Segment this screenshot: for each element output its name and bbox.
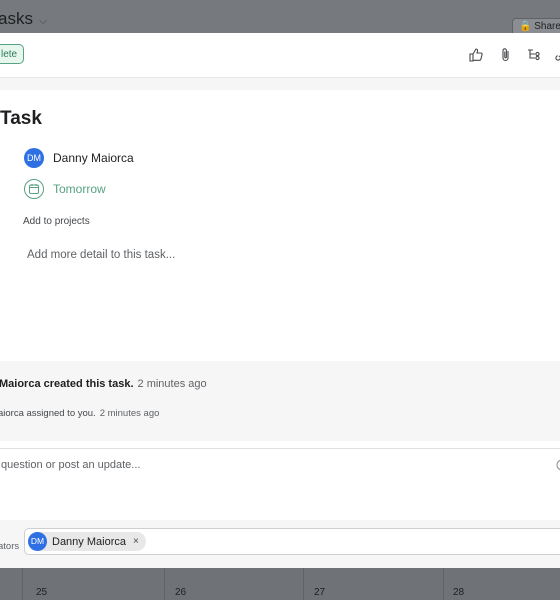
assignee-name: Danny Maiorca (53, 151, 134, 165)
link-icon[interactable] (552, 46, 560, 64)
calendar-day: 28 (453, 587, 465, 598)
collaborators-bar: ators DM Danny Maiorca × (0, 520, 560, 568)
due-date-field[interactable]: Tomorrow (24, 179, 106, 199)
calendar-day: 25 (36, 587, 48, 598)
due-date-text: Tomorrow (53, 182, 106, 196)
collaborators-input[interactable]: DM Danny Maiorca × (24, 528, 560, 555)
chevron-down-icon: ⌵ (38, 15, 48, 27)
calendar-day: 26 (175, 587, 187, 598)
collaborator-name: Danny Maiorca (52, 535, 126, 548)
background-title: asks ⌵ (0, 9, 48, 28)
calendar-day: 27 (314, 587, 326, 598)
background-calendar: 25 26 27 28 (0, 568, 560, 600)
dependencies-label: : (0, 318, 1, 328)
collaborator-chip[interactable]: DM Danny Maiorca × (28, 532, 146, 551)
calendar-column (303, 568, 304, 600)
calendar-column (164, 568, 165, 600)
avatar: DM (24, 148, 44, 168)
subtask-icon[interactable] (525, 46, 543, 64)
activity-item: Maiorca created this task. 2 minutes ago (0, 378, 207, 390)
remove-collaborator-icon[interactable]: × (133, 536, 139, 547)
comment-input[interactable]: question or post an update... (1, 459, 140, 471)
assignee-field[interactable]: DM Danny Maiorca (24, 148, 134, 168)
calendar-column (22, 568, 23, 600)
collaborators-label: ators (0, 541, 20, 552)
toolbar-divider-strip (0, 78, 560, 90)
paperclip-icon[interactable] (497, 46, 515, 64)
activity-item: aiorca assigned to you. 2 minutes ago (0, 408, 160, 419)
activity-time: 2 minutes ago (99, 408, 160, 419)
comment-box[interactable]: question or post an update... (0, 448, 560, 522)
task-detail-pane: lete Task DM Danny Maiorca Tomorrow Add … (0, 33, 560, 568)
thumbs-up-icon[interactable] (467, 46, 485, 64)
task-title[interactable]: Task (0, 108, 42, 130)
calendar-column (443, 568, 444, 600)
add-to-projects-button[interactable]: Add to projects (23, 216, 90, 227)
task-toolbar: lete (0, 33, 560, 78)
mark-complete-button[interactable]: lete (0, 44, 25, 64)
activity-time: 2 minutes ago (137, 378, 207, 390)
calendar-icon (24, 179, 44, 199)
activity-feed: Maiorca created this task. 2 minutes ago … (0, 361, 560, 441)
emoji-icon[interactable] (556, 459, 560, 471)
background-header: asks ⌵ 🔒 Share (0, 0, 560, 36)
avatar: DM (28, 532, 47, 551)
description-input[interactable]: Add more detail to this task... (27, 249, 175, 261)
